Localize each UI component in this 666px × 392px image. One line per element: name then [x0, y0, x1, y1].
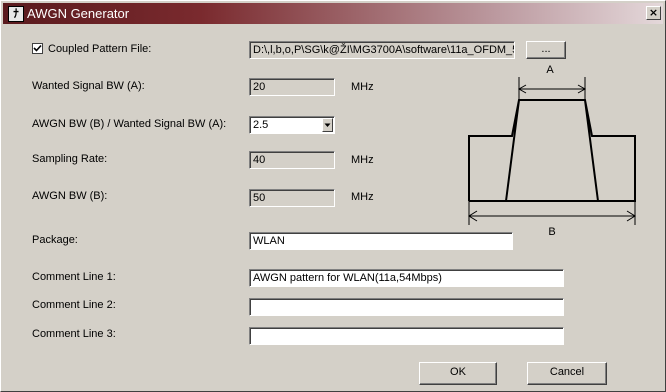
comment-line-1-field[interactable]: AWGN pattern for WLAN(11a,54Mbps) [249, 269, 564, 287]
app-icon: ﾅ [8, 6, 24, 22]
wanted-signal-bw-unit: MHz [351, 81, 374, 93]
checkmark-icon [33, 44, 42, 52]
coupled-pattern-checkbox[interactable] [32, 43, 43, 54]
comment-line-1-label: Comment Line 1: [32, 271, 116, 283]
chevron-down-icon[interactable] [322, 118, 333, 132]
package-label: Package: [32, 234, 78, 246]
coupled-pattern-path-field[interactable]: D:\,l,b,o,P\SG\k@ŽI\MG3700A\software\11a… [249, 41, 515, 59]
diagram-label-a: A [546, 64, 554, 76]
browse-button[interactable]: ... [526, 41, 566, 59]
awgn-bw-field[interactable]: 50 [249, 189, 335, 207]
awgn-ratio-select[interactable]: 2.5 [249, 116, 335, 134]
awgn-bw-unit: MHz [351, 191, 374, 203]
cancel-button[interactable]: Cancel [527, 362, 607, 385]
awgn-ratio-selected-value: 2.5 [253, 119, 269, 131]
sampling-rate-label: Sampling Rate: [32, 153, 108, 165]
ok-button[interactable]: OK [419, 362, 497, 385]
comment-line-3-label: Comment Line 3: [32, 328, 116, 340]
comment-line-3-field[interactable] [249, 327, 564, 345]
package-field[interactable]: WLAN [249, 232, 513, 250]
awgn-generator-dialog: ﾅ AWGN Generator × Coupled Pattern File:… [0, 0, 666, 392]
noise-and-signal-outline [468, 99, 636, 202]
wanted-signal-bw-label: Wanted Signal BW (A): [32, 80, 145, 92]
title-bar[interactable]: ﾅ AWGN Generator × [3, 3, 663, 24]
close-button[interactable]: × [646, 6, 661, 20]
sampling-rate-unit: MHz [351, 154, 374, 166]
wanted-signal-bw-field[interactable]: 20 [249, 78, 335, 96]
sampling-rate-field[interactable]: 40 [249, 151, 335, 169]
coupled-pattern-label: Coupled Pattern File: [48, 43, 152, 55]
diagram-label-b: B [548, 226, 555, 238]
awgn-bw-label: AWGN BW (B): [32, 190, 108, 202]
comment-line-2-label: Comment Line 2: [32, 299, 116, 311]
bandwidth-diagram: A B [468, 64, 636, 238]
awgn-ratio-label: AWGN BW (B) / Wanted Signal BW (A): [32, 118, 227, 130]
window-title: AWGN Generator [27, 6, 130, 21]
comment-line-2-field[interactable] [249, 298, 564, 316]
